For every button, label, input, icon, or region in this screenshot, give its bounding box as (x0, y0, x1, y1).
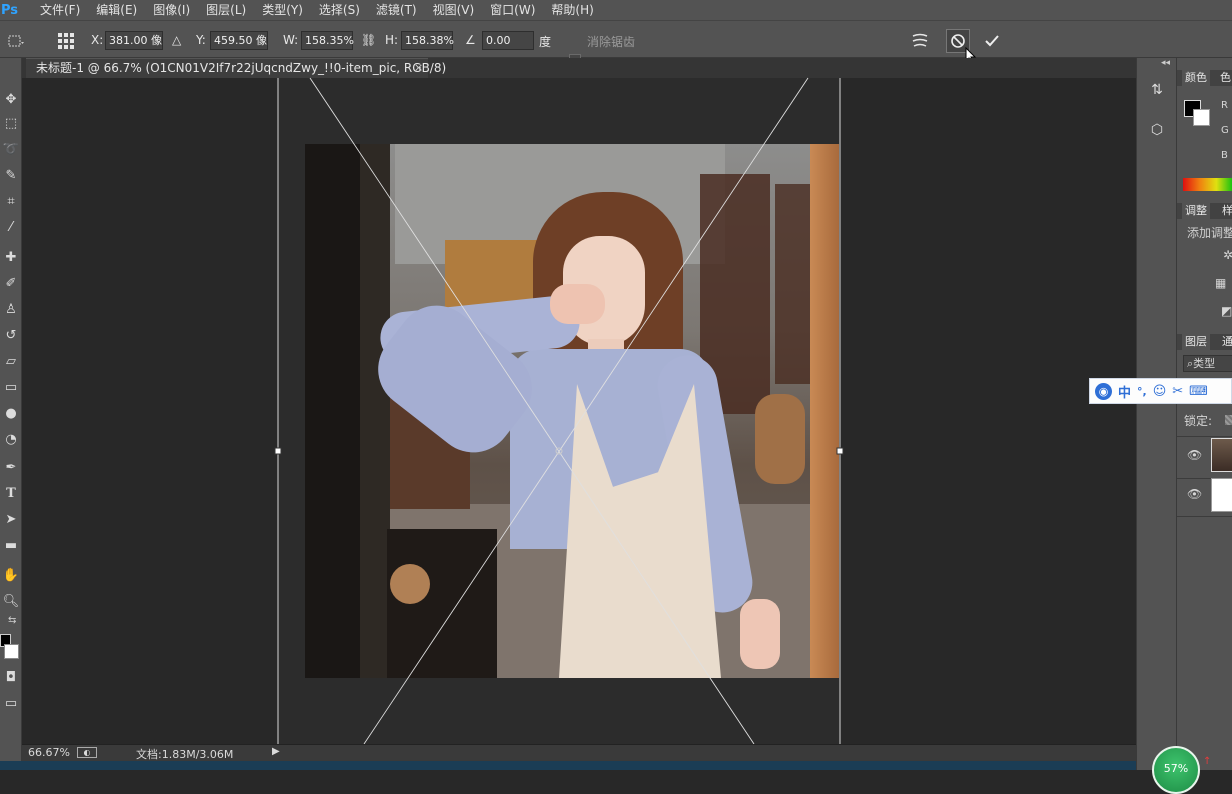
add-adjustment-label: 添加调整 (1187, 226, 1232, 240)
right-panels: 颜色 色 R G B 调整 样 添加调整 ✲ ▦ ◩ 图层 通 ⌕类型 锁定: … (1176, 58, 1232, 770)
layer-visibility-eye-icon[interactable]: 👁︎ (1187, 448, 1202, 462)
status-menu-arrow-icon[interactable]: ▶ (272, 746, 280, 757)
3d-panel-icon[interactable]: ⬡ (1147, 122, 1167, 142)
collapse-panels-icon[interactable]: ◂◂ (1161, 58, 1170, 68)
panel-dock: ◂◂ ⇅ ⬡ (1136, 58, 1176, 770)
tab-swatches[interactable]: 色 (1217, 70, 1232, 86)
layer-visibility-eye-icon-2[interactable]: 👁︎ (1187, 487, 1202, 501)
transform-bounding-box[interactable] (0, 0, 1232, 770)
curves-icon[interactable]: ◩ (1221, 304, 1232, 318)
layer-filter-label: 类型 (1193, 357, 1216, 370)
tab-channels[interactable]: 通 (1219, 334, 1232, 350)
background-color-chip[interactable] (1193, 109, 1210, 126)
tab-layers[interactable]: 图层 (1182, 334, 1210, 350)
arrow-up-icon: ↑ (1203, 756, 1212, 767)
status-bar: 66.67% ◐ 文档:1.83M/3.06M ▶ (22, 744, 1136, 761)
layer-thumbnail-background[interactable] (1211, 478, 1232, 512)
document-info: 文档:1.83M/3.06M (136, 748, 234, 761)
tab-color[interactable]: 颜色 (1182, 70, 1210, 86)
levels-icon[interactable]: ▦ (1215, 276, 1226, 290)
status-preview-icon[interactable]: ◐ (77, 747, 97, 758)
channel-r-label: R (1221, 100, 1228, 111)
channel-g-label: G (1221, 125, 1229, 136)
ime-toolbar[interactable]: ◉ 中 °, ☺ ✂ ⌨ (1089, 378, 1232, 404)
progress-badge[interactable]: 57% (1152, 746, 1200, 794)
taskbar-strip (0, 761, 1232, 770)
ime-scissors-icon[interactable]: ✂ (1172, 384, 1183, 399)
color-spectrum[interactable] (1183, 178, 1232, 191)
layer-thumbnail-photo[interactable] (1211, 438, 1232, 472)
brightness-icon[interactable]: ✲ (1223, 248, 1232, 262)
layer-filter-field[interactable]: ⌕类型 (1183, 355, 1232, 372)
ime-language-toggle[interactable]: 中 (1118, 382, 1131, 401)
history-panel-icon[interactable]: ⇅ (1147, 82, 1167, 102)
ime-emoji-icon[interactable]: ☺ (1153, 384, 1167, 399)
lock-transparency-icon[interactable] (1225, 415, 1232, 425)
ime-logo-icon[interactable]: ◉ (1095, 382, 1112, 400)
tab-adjustments[interactable]: 调整 (1182, 203, 1210, 219)
lock-label: 锁定: (1184, 414, 1213, 428)
ime-keyboard-icon[interactable]: ⌨ (1189, 384, 1208, 399)
progress-badge-value: 57% (1163, 762, 1189, 775)
channel-b-label: B (1221, 150, 1228, 161)
ime-punctuation-toggle[interactable]: °, (1137, 385, 1147, 398)
tab-styles[interactable]: 样 (1219, 203, 1232, 219)
zoom-level[interactable]: 66.67% (28, 746, 70, 759)
